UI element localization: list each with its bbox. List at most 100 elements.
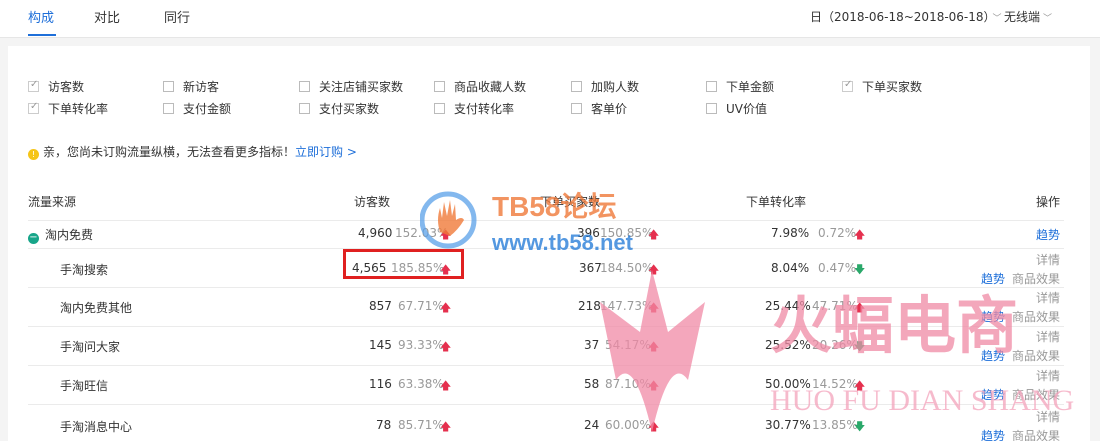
visitors-value: 116 (369, 377, 392, 391)
buyers-value: 24 (584, 418, 600, 432)
buyers-value: 218 (578, 299, 601, 313)
conversion-change: 13.85% (812, 418, 858, 432)
checkbox-icon (299, 81, 310, 92)
header-order-conversion: 下单转化率 (746, 195, 807, 209)
highlight-box (343, 249, 464, 279)
trend-link[interactable]: 趋势 (981, 427, 1005, 441)
checkbox-icon (434, 81, 445, 92)
buyers-value: 396 (577, 226, 600, 240)
checkbox-icon (299, 103, 310, 114)
trend-link[interactable]: 趋势 (981, 308, 1005, 325)
metric-checkbox-avg-order-value[interactable]: 客单价 (571, 100, 627, 117)
row-divider (28, 326, 1064, 327)
product-effect-link[interactable]: 商品效果 (1012, 386, 1060, 403)
tab-peers[interactable]: 同行 (164, 7, 190, 26)
tab-comparison[interactable]: 对比 (94, 7, 120, 26)
buyers-change: 87.10% (605, 377, 651, 391)
row-divider (28, 287, 1064, 288)
conversion-change: 14.52% (812, 377, 858, 391)
metric-label: 支付转化率 (454, 102, 515, 116)
conversion-value: 50.00% (765, 377, 811, 391)
trend-link[interactable]: 趋势 (981, 347, 1005, 364)
product-effect-link[interactable]: 商品效果 (1012, 347, 1060, 364)
metric-label: 支付买家数 (319, 102, 380, 116)
metric-checkbox-uv-value[interactable]: UV价值 (706, 100, 767, 117)
metric-checkbox-pay-buyers[interactable]: 支付买家数 (299, 100, 379, 117)
buyers-change: 54.17% (605, 338, 651, 352)
header-source: 流量来源 (28, 195, 77, 209)
arrow-up-icon: 🡅 (648, 340, 660, 353)
metric-checkbox-order-conversion[interactable]: 下单转化率 (28, 100, 108, 117)
metric-label: UV价值 (726, 102, 767, 116)
product-effect-link[interactable]: 商品效果 (1012, 427, 1060, 441)
main-panel: 访客数 新访客 关注店铺买家数 商品收藏人数 加购人数 下单金额 下单买家数 下… (8, 46, 1090, 441)
arrow-up-icon: 🡅 (440, 420, 452, 433)
trend-link[interactable]: 趋势 (1036, 226, 1060, 243)
header-order-buyers: 下单买家数 (540, 195, 601, 209)
chevron-down-icon: ﹀ (1043, 14, 1053, 24)
metric-checkbox-item-favorites[interactable]: 商品收藏人数 (434, 78, 526, 95)
conversion-value: 25.44% (765, 299, 811, 313)
checkbox-icon (163, 103, 174, 114)
chevron-down-icon: ﹀ (992, 14, 1002, 24)
metric-checkbox-order-amount[interactable]: 下单金额 (706, 78, 774, 95)
collapse-icon[interactable]: − (28, 233, 39, 244)
tab-composition[interactable]: 构成 (28, 7, 54, 26)
product-effect-link[interactable]: 商品效果 (1012, 270, 1060, 287)
checkbox-icon (28, 101, 39, 114)
conversion-change: 47.71% (812, 299, 858, 313)
date-range-select[interactable]: 日（2018-06-18~2018-06-18） ﹀ (810, 8, 1002, 25)
source-label: 手淘搜索 (60, 263, 109, 277)
arrow-up-icon: 🡅 (440, 340, 452, 353)
visitors-value: 78 (376, 418, 392, 432)
arrow-down-icon: 🡇 (854, 263, 866, 276)
metric-label: 支付金额 (183, 102, 232, 116)
metric-checkbox-visitors[interactable]: 访客数 (28, 78, 84, 95)
buyers-change: 60.00% (605, 418, 651, 432)
product-effect-link[interactable]: 商品效果 (1012, 308, 1060, 325)
arrow-up-icon: 🡅 (648, 301, 660, 314)
checkbox-icon (842, 79, 853, 92)
metric-checkbox-add-to-cart[interactable]: 加购人数 (571, 78, 639, 95)
visitors-value: 145 (369, 338, 392, 352)
metric-label: 下单金额 (726, 80, 775, 94)
details-link[interactable]: 详情 (1036, 367, 1060, 384)
metric-checkbox-order-buyers[interactable]: 下单买家数 (842, 78, 922, 95)
metric-label: 下单买家数 (862, 80, 923, 94)
row-divider (28, 365, 1064, 366)
trend-link[interactable]: 趋势 (981, 270, 1005, 287)
visitors-value: 857 (369, 299, 392, 313)
buyers-value: 367 (579, 261, 602, 275)
metric-label: 客单价 (591, 102, 628, 116)
checkbox-icon (571, 81, 582, 92)
subscription-notice: ! 亲，您尚未订购流量纵横，无法查看更多指标！立即订购 > (28, 143, 357, 160)
arrow-down-icon: 🡇 (854, 420, 866, 433)
metric-checkbox-pay-amount[interactable]: 支付金额 (163, 100, 231, 117)
details-link[interactable]: 详情 (1036, 289, 1060, 306)
arrow-up-icon: 🡅 (854, 379, 866, 392)
conversion-value: 25.52% (765, 338, 811, 352)
checkbox-icon (434, 103, 445, 114)
buyers-change: 184.50% (600, 261, 654, 275)
checkbox-icon (163, 81, 174, 92)
subscribe-link[interactable]: 立即订购 > (295, 145, 357, 159)
details-link[interactable]: 详情 (1036, 328, 1060, 345)
conversion-change: 0.72% (818, 226, 857, 240)
metric-checkbox-new-visitors[interactable]: 新访客 (163, 78, 219, 95)
source-cell: − 淘内免费 (28, 226, 93, 244)
source-label: 手淘旺信 (60, 379, 109, 393)
arrow-up-icon: 🡅 (854, 301, 866, 314)
trend-link[interactable]: 趋势 (981, 386, 1005, 403)
device-select[interactable]: 无线端 ﹀ (1004, 8, 1052, 25)
details-link[interactable]: 详情 (1036, 408, 1060, 425)
conversion-value: 8.04% (771, 261, 810, 275)
arrow-down-icon: 🡇 (854, 340, 866, 353)
arrow-up-icon: 🡅 (440, 301, 452, 314)
arrow-up-icon: 🡅 (648, 420, 660, 433)
row-divider (28, 248, 1064, 249)
warning-icon: ! (28, 149, 39, 160)
metric-checkbox-pay-conversion[interactable]: 支付转化率 (434, 100, 514, 117)
details-link[interactable]: 详情 (1036, 251, 1060, 268)
header-actions: 操作 (1036, 195, 1061, 209)
metric-checkbox-shop-followers[interactable]: 关注店铺买家数 (299, 78, 403, 95)
